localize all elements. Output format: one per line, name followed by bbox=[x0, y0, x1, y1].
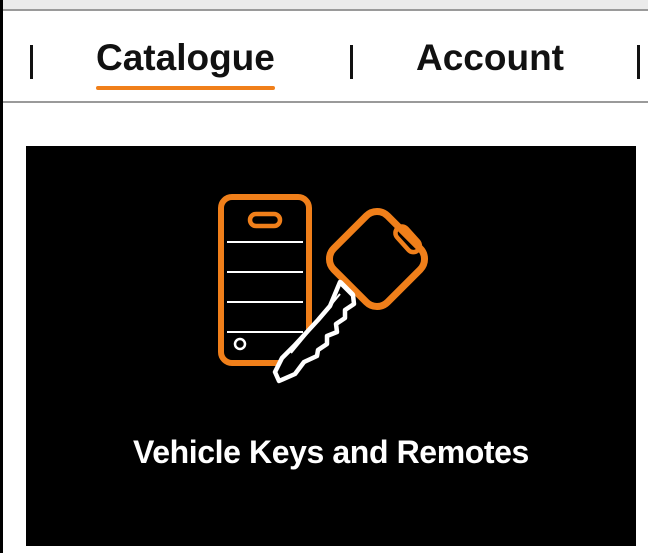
key-and-remote-icon bbox=[218, 194, 429, 384]
nav-link-catalogue[interactable]: Catalogue bbox=[96, 39, 275, 90]
nav-separator bbox=[350, 45, 353, 79]
card-title: Vehicle Keys and Remotes bbox=[133, 434, 529, 470]
category-card-vehicle-keys[interactable]: Vehicle Keys and Remotes bbox=[26, 146, 636, 546]
main-content: Vehicle Keys and Remotes bbox=[3, 103, 648, 553]
page-frame: Catalogue Account Vehicle Keys and Remot… bbox=[0, 0, 648, 553]
nav-separator bbox=[30, 45, 33, 79]
nav-link-account[interactable]: Account bbox=[416, 39, 564, 76]
top-navigation: Catalogue Account bbox=[3, 9, 648, 103]
nav-separator bbox=[637, 45, 640, 79]
